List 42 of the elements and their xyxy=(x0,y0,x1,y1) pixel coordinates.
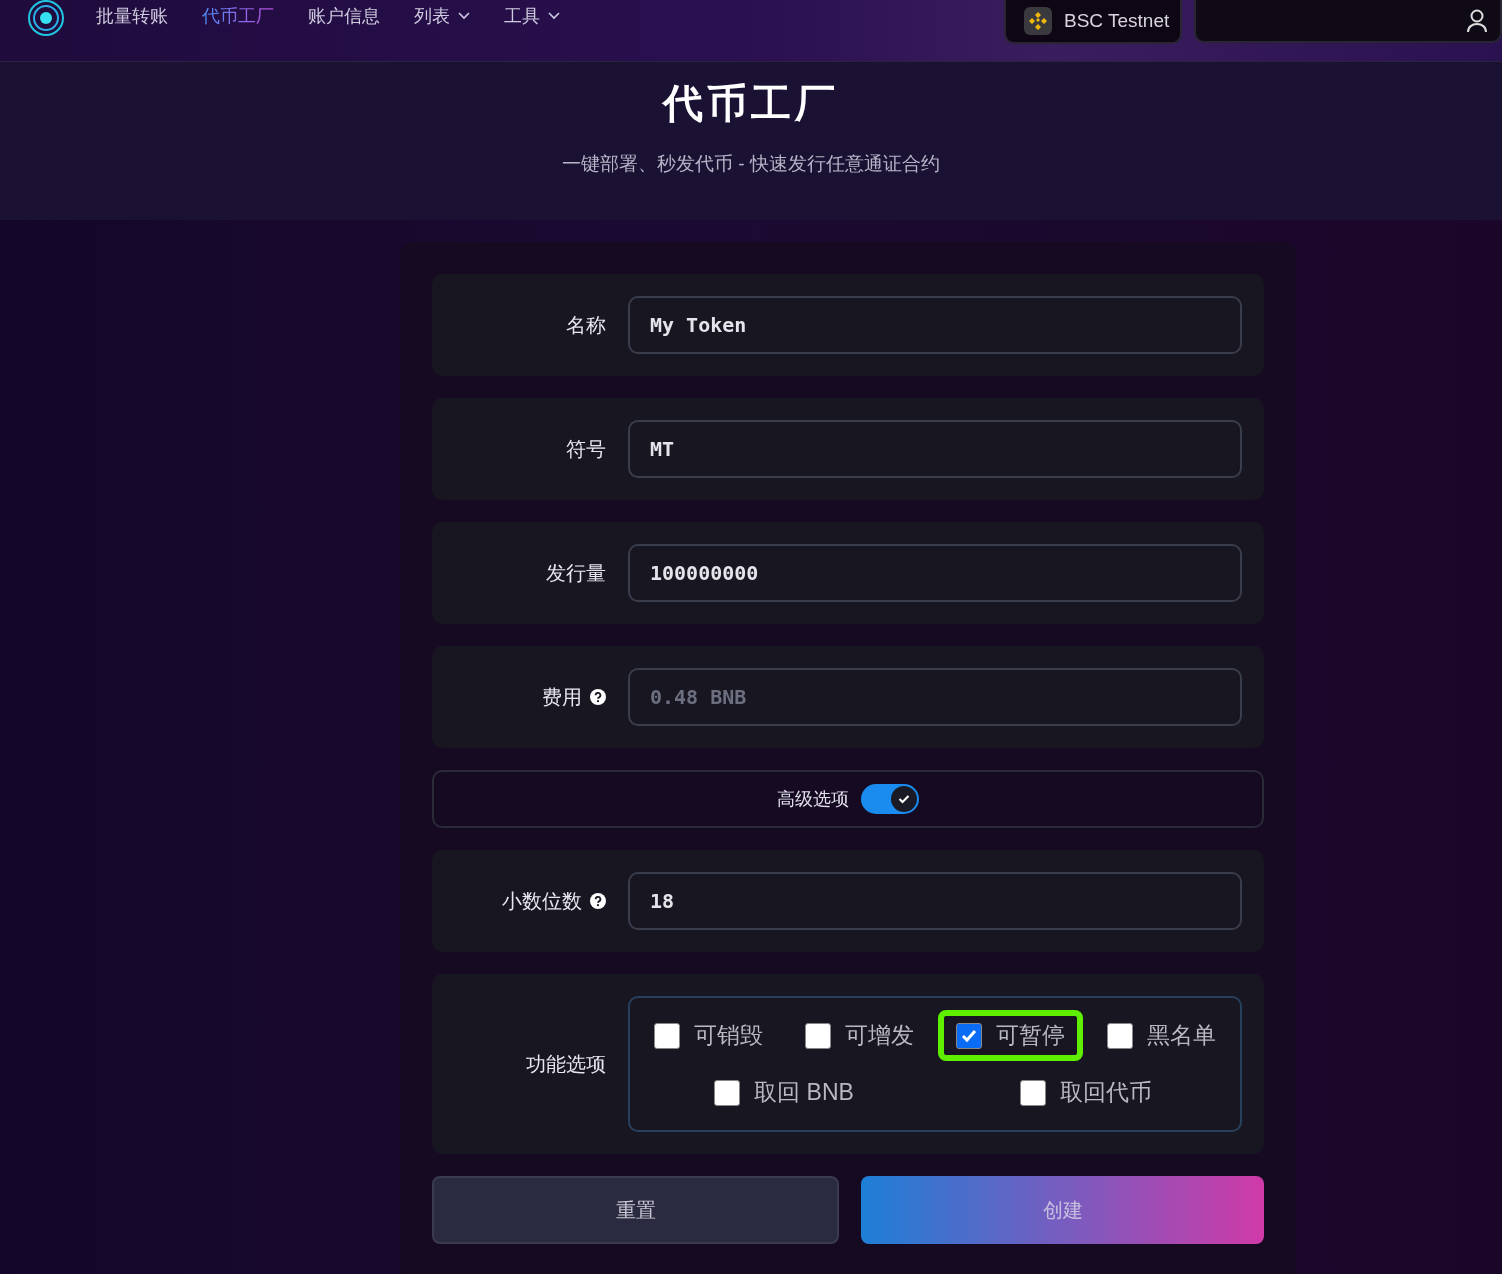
checkbox[interactable] xyxy=(805,1022,831,1049)
nav-link[interactable]: 列表 xyxy=(414,4,470,28)
field-label: 名称 xyxy=(566,312,606,338)
toggle-switch[interactable] xyxy=(861,784,919,814)
nav-link[interactable]: 批量转账 xyxy=(96,4,168,28)
checkbox[interactable] xyxy=(1107,1022,1133,1049)
reset-button[interactable]: 重置 xyxy=(432,1176,839,1244)
checkbox-option[interactable]: 取回代币 xyxy=(1002,1067,1170,1118)
checkbox-option[interactable]: 可暂停 xyxy=(938,1010,1083,1061)
page-title: 代币工厂 xyxy=(663,80,839,127)
input-field[interactable]: My Token xyxy=(628,296,1242,354)
nav-link[interactable]: 工具 xyxy=(504,4,560,28)
checkmark-icon xyxy=(961,1028,977,1043)
input-field[interactable]: MT xyxy=(628,420,1242,478)
help-icon[interactable] xyxy=(590,893,606,909)
field-label: 符号 xyxy=(566,436,606,462)
nav-link[interactable]: 代币工厂 xyxy=(202,4,274,28)
page-subtitle: 一键部署、秒发代币 - 快速发行任意通证合约 xyxy=(562,152,940,176)
nav-link[interactable]: 账户信息 xyxy=(308,4,380,28)
checkbox[interactable] xyxy=(1020,1079,1046,1106)
checkbox[interactable] xyxy=(714,1079,741,1106)
checkbox[interactable] xyxy=(956,1022,982,1049)
checkbox-option[interactable]: 可销毁 xyxy=(636,1010,781,1061)
input-field[interactable]: 100000000 xyxy=(628,544,1242,602)
field-label: 小数位数 xyxy=(502,888,582,914)
network-logo-icon xyxy=(1024,7,1052,35)
network-button[interactable]: BSC Testnet xyxy=(1004,0,1182,44)
checkbox-option[interactable]: 黑名单 xyxy=(1089,1010,1234,1061)
field-label: 费用 xyxy=(542,684,582,710)
help-icon[interactable] xyxy=(590,689,606,705)
chevron-down-icon xyxy=(458,12,470,20)
input-field[interactable]: 18 xyxy=(628,872,1242,930)
user-icon xyxy=(1466,8,1488,33)
field-label: 发行量 xyxy=(546,560,606,586)
checkbox-option[interactable]: 可增发 xyxy=(787,1010,932,1061)
checkbox[interactable] xyxy=(654,1022,680,1049)
chevron-down-icon xyxy=(548,12,560,20)
checkbox-option[interactable]: 取回 BNB xyxy=(696,1067,872,1118)
check-icon xyxy=(898,794,910,804)
field-label: 功能选项 xyxy=(526,1051,606,1077)
input-field[interactable]: 0.48 BNB xyxy=(628,668,1242,726)
toggle-label: 高级选项 xyxy=(777,788,849,811)
